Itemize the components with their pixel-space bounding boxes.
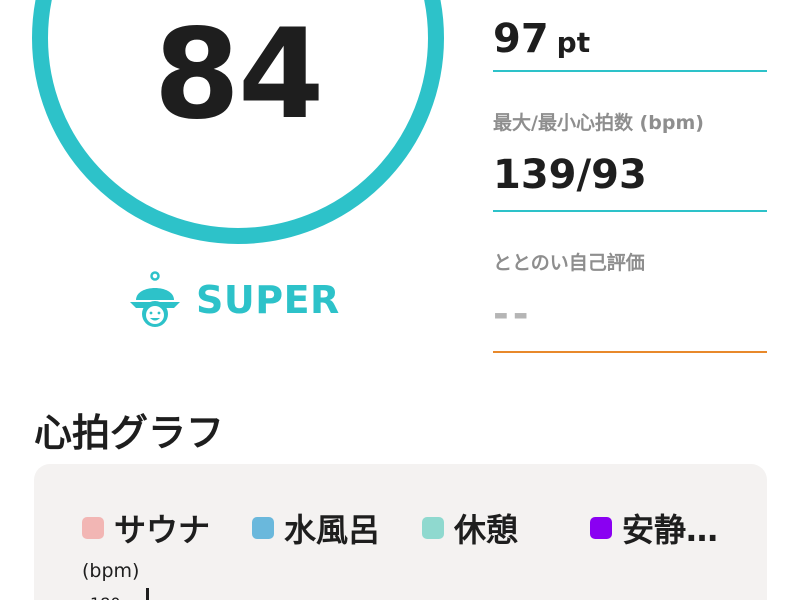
- graph-y-tick: 180: [90, 594, 121, 600]
- level-label: SUPER: [196, 278, 340, 322]
- level-badge: SUPER: [128, 270, 340, 330]
- self-evaluation-value[interactable]: --: [493, 292, 533, 336]
- points-value-row: 97 pt: [493, 16, 590, 62]
- heart-rate-value: 139/93: [493, 152, 647, 198]
- points-divider: [493, 70, 767, 72]
- sauna-hat-mascot-icon: [130, 271, 180, 327]
- legend-swatch-sauna: [82, 517, 104, 539]
- legend-swatch-resting: [590, 517, 612, 539]
- legend-label-rest: 休憩: [454, 511, 519, 549]
- legend-swatch-cold-bath: [252, 517, 274, 539]
- heart-rate-graph-card: サウナ 水風呂 休憩 安静… (bpm) 180: [34, 464, 767, 600]
- legend-item-rest: 休憩: [422, 508, 519, 549]
- legend-swatch-rest: [422, 517, 444, 539]
- points-value: 97: [493, 16, 549, 62]
- self-evaluation-label: ととのい自己評価: [493, 252, 645, 274]
- legend-label-sauna: サウナ: [114, 511, 211, 549]
- heart-rate-divider: [493, 210, 767, 212]
- heart-rate-label: 最大/最小心拍数 (bpm): [493, 112, 704, 134]
- graph-unit-label: (bpm): [82, 560, 140, 582]
- graph-y-axis: [146, 588, 149, 600]
- score-value: 84: [153, 3, 325, 147]
- points-unit: pt: [556, 26, 591, 59]
- self-evaluation-divider: [493, 351, 767, 353]
- legend-label-cold-bath: 水風呂: [284, 511, 381, 549]
- legend-item-resting: 安静…: [590, 508, 719, 549]
- legend-item-cold-bath: 水風呂: [252, 508, 381, 549]
- graph-legend: サウナ 水風呂 休憩 安静…: [82, 508, 742, 549]
- legend-item-sauna: サウナ: [82, 508, 211, 549]
- legend-label-resting: 安静…: [622, 511, 719, 549]
- graph-title: 心拍グラフ: [34, 411, 225, 455]
